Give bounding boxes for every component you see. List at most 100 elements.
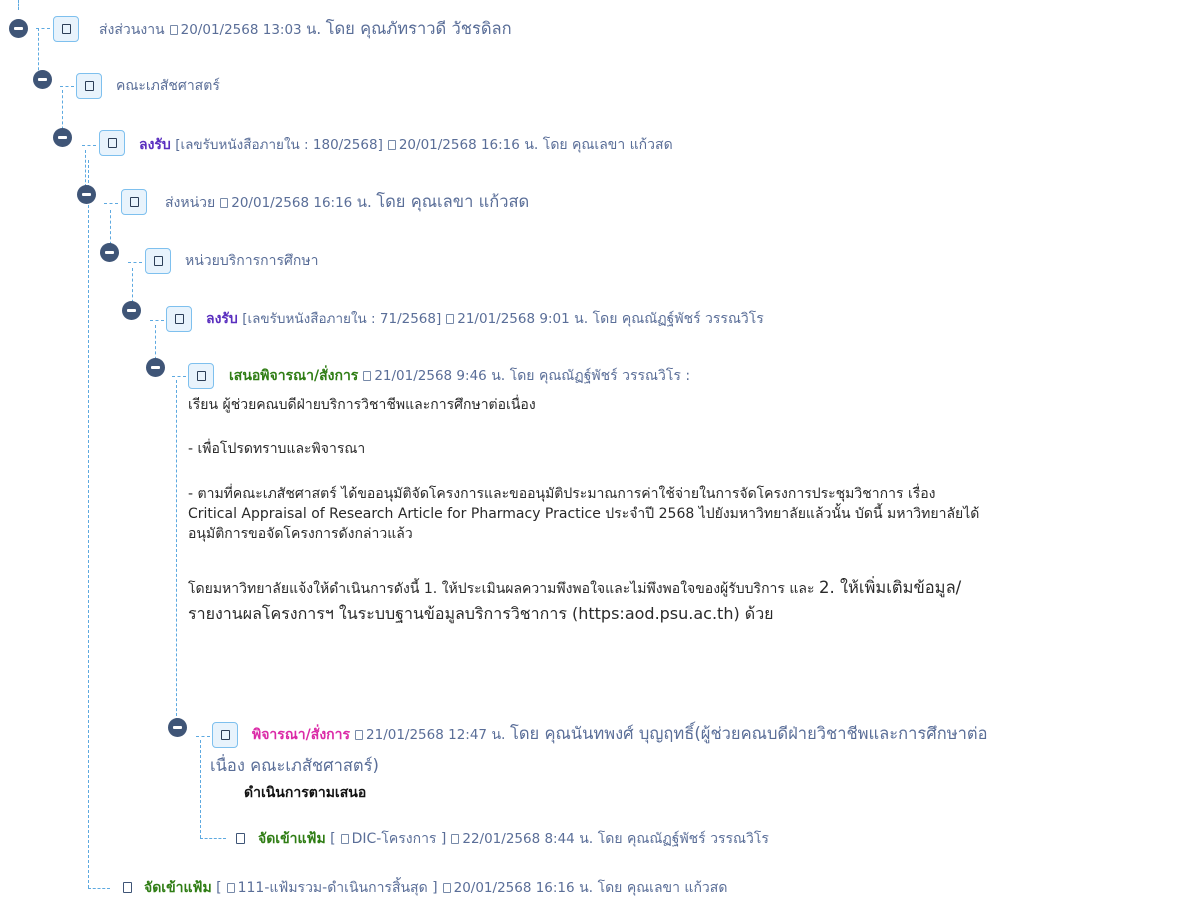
node-action: จัดเข้าแฟ้ม: [144, 880, 212, 896]
node-datetime: 21/01/2568 9:46: [374, 368, 487, 384]
message-line: อนุมัติการขอจัดโครงการดังกล่าวแล้ว: [188, 526, 413, 542]
node-folder-open: [: [330, 831, 336, 847]
tree-connector: [104, 203, 118, 204]
tree-connector: [82, 145, 96, 146]
node-action: พิจารณา/สั่งการ: [252, 727, 351, 743]
node-datetime: 20/01/2568 13:03: [180, 22, 302, 38]
node-org-name: หน่วยบริการการศึกษา: [185, 253, 319, 269]
document-icon-button[interactable]: [53, 16, 79, 42]
node-time-unit: น.: [491, 368, 506, 384]
tree-connector: [150, 320, 164, 321]
clock-icon: [387, 140, 396, 150]
collapse-toggle-icon[interactable]: [77, 185, 96, 204]
tree-node-receive: ลงรับ [เลขรับหนังสือภายใน : 71/2568] 21/0…: [206, 309, 764, 329]
node-datetime: 20/01/2568 16:16: [231, 195, 353, 211]
tree-node-propose: เสนอพิจารณา/สั่งการ 21/01/2568 9:46 น. โด…: [229, 366, 690, 386]
message-line: โดยมหาวิทยาลัยแจ้งให้ดำเนินการดังนี้ 1. …: [188, 578, 961, 599]
clock-icon: [442, 883, 451, 893]
node-datetime: 20/01/2568 16:16: [453, 880, 575, 896]
message-line: - ตามที่คณะเภสัชศาสตร์ ได้ขออนุมัติจัดโค…: [188, 486, 936, 502]
tree-guide-line: [200, 740, 201, 838]
node-datetime: 22/01/2568 8:44: [462, 831, 575, 847]
node-by: โดย คุณณัฏฐ์พัชร์ วรรณวิโร: [597, 831, 769, 847]
tree-node-file: จัดเข้าแฟ้ม [111-แฟ้มรวม-ดำเนินการสิ้นสุ…: [144, 878, 727, 898]
tree-connector: [36, 28, 50, 29]
clock-icon: [169, 25, 178, 35]
tree-connector: [60, 86, 74, 87]
node-comment: ดำเนินการตามเสนอ: [244, 785, 367, 801]
node-time-unit: น.: [491, 727, 506, 743]
tree-guide-line: [88, 160, 89, 888]
document-icon-button[interactable]: [121, 189, 147, 215]
node-by: โดย คุณณัฏฐ์พัชร์ วรรณวิโร :: [509, 368, 691, 384]
node-datetime: 20/01/2568 16:16: [398, 137, 520, 153]
tree-node-file: จัดเข้าแฟ้ม [ DIC-โครงการ ] 22/01/2568 8:4…: [258, 829, 769, 849]
node-action: ลงรับ: [206, 311, 238, 327]
node-by: โดย คุณณัฏฐ์พัชร์ วรรณวิโร: [592, 311, 764, 327]
node-datetime: 21/01/2568 9:01: [457, 311, 570, 327]
tree-node-consider-cont: เนื่อง คณะเภสัชศาสตร์): [210, 756, 379, 777]
folder-icon: [226, 883, 235, 893]
tree-node-org: คณะเภสัชศาสตร์: [116, 76, 220, 96]
node-action: ส่งหน่วย: [165, 195, 216, 211]
tree-node-send-department: ส่งส่วนงาน 20/01/2568 13:03 น. โดย คุณภัท…: [99, 19, 512, 40]
node-action: เสนอพิจารณา/สั่งการ: [229, 368, 359, 384]
folder-icon: [340, 834, 349, 844]
document-icon-button[interactable]: [188, 363, 214, 389]
message-text: โดยมหาวิทยาลัยแจ้งให้ดำเนินการดังนี้ 1. …: [188, 581, 819, 597]
node-time-unit: น.: [306, 20, 322, 38]
collapse-toggle-icon[interactable]: [9, 19, 28, 38]
document-icon-button[interactable]: [212, 722, 238, 748]
collapse-toggle-icon[interactable]: [53, 128, 72, 147]
document-icon-button[interactable]: [99, 130, 125, 156]
tree-guide-line: [88, 888, 110, 889]
node-folder[interactable]: 111-แฟ้มรวม-ดำเนินการสิ้นสุด ]: [238, 880, 438, 896]
file-icon: [236, 833, 245, 844]
node-by-cont: เนื่อง คณะเภสัชศาสตร์): [210, 756, 379, 775]
node-action: จัดเข้าแฟ้ม: [258, 831, 326, 847]
message-line: รายงานผลโครงการฯ ในระบบฐานข้อมูลบริการวิ…: [188, 604, 774, 623]
node-folder[interactable]: DIC-โครงการ ]: [352, 831, 447, 847]
node-ref: [เลขรับหนังสือภายใน : 71/2568]: [242, 311, 442, 327]
tree-node-consider: พิจารณา/สั่งการ 21/01/2568 12:47 น. โดย ค…: [252, 724, 988, 745]
collapse-toggle-icon[interactable]: [100, 243, 119, 262]
clock-icon: [446, 314, 455, 324]
node-time-unit: น.: [579, 831, 594, 847]
tree-guide-line: [176, 380, 177, 726]
collapse-toggle-icon[interactable]: [146, 358, 165, 377]
file-icon: [123, 882, 132, 893]
node-folder-open: [: [216, 880, 222, 896]
node-time-unit: น.: [574, 311, 589, 327]
message-line: Critical Appraisal of Research Article f…: [188, 506, 980, 522]
collapse-toggle-icon[interactable]: [33, 70, 52, 89]
document-icon-button[interactable]: [145, 248, 171, 274]
tree-connector: [196, 736, 210, 737]
node-by: โดย คุณเลขา แก้วสด: [376, 192, 530, 211]
document-icon-button[interactable]: [166, 306, 192, 332]
tree-node-receive: ลงรับ [เลขรับหนังสือภายใน : 180/2568] 20/…: [139, 135, 673, 155]
tree-node-send-unit: ส่งหน่วย 20/01/2568 16:16 น. โดย คุณเลขา …: [165, 192, 529, 213]
tree-connector: [172, 376, 186, 377]
tree-guide-line: [18, 0, 19, 10]
node-action: ส่งส่วนงาน: [99, 22, 165, 38]
tree-node-org: หน่วยบริการการศึกษา: [185, 251, 318, 271]
node-by: โดย คุณเลขา แก้วสด: [597, 880, 728, 896]
document-icon-button[interactable]: [76, 73, 102, 99]
message-text-large: 2. ให้เพิ่มเติมข้อมูล/: [818, 578, 962, 597]
clock-icon: [220, 198, 229, 208]
node-by: โดย คุณเลขา แก้วสด: [542, 137, 673, 153]
node-datetime: 21/01/2568 12:47: [366, 727, 488, 743]
collapse-toggle-icon[interactable]: [168, 718, 187, 737]
collapse-toggle-icon[interactable]: [122, 301, 141, 320]
tree-guide-line: [200, 838, 226, 839]
node-org-name: คณะเภสัชศาสตร์: [116, 78, 220, 94]
node-by: โดย คุณภัทราวดี วัชรดิลก: [325, 19, 512, 38]
node-by: โดย คุณนันทพงศ์ บุญฤทธิ์(ผู้ช่วยคณบดีฝ่า…: [509, 724, 988, 743]
clock-icon: [451, 834, 460, 844]
clock-icon: [355, 730, 364, 740]
clock-icon: [363, 371, 372, 381]
node-ref: [เลขรับหนังสือภายใน : 180/2568]: [175, 137, 383, 153]
node-time-unit: น.: [356, 193, 372, 211]
node-time-unit: น.: [579, 880, 594, 896]
node-time-unit: น.: [524, 137, 539, 153]
